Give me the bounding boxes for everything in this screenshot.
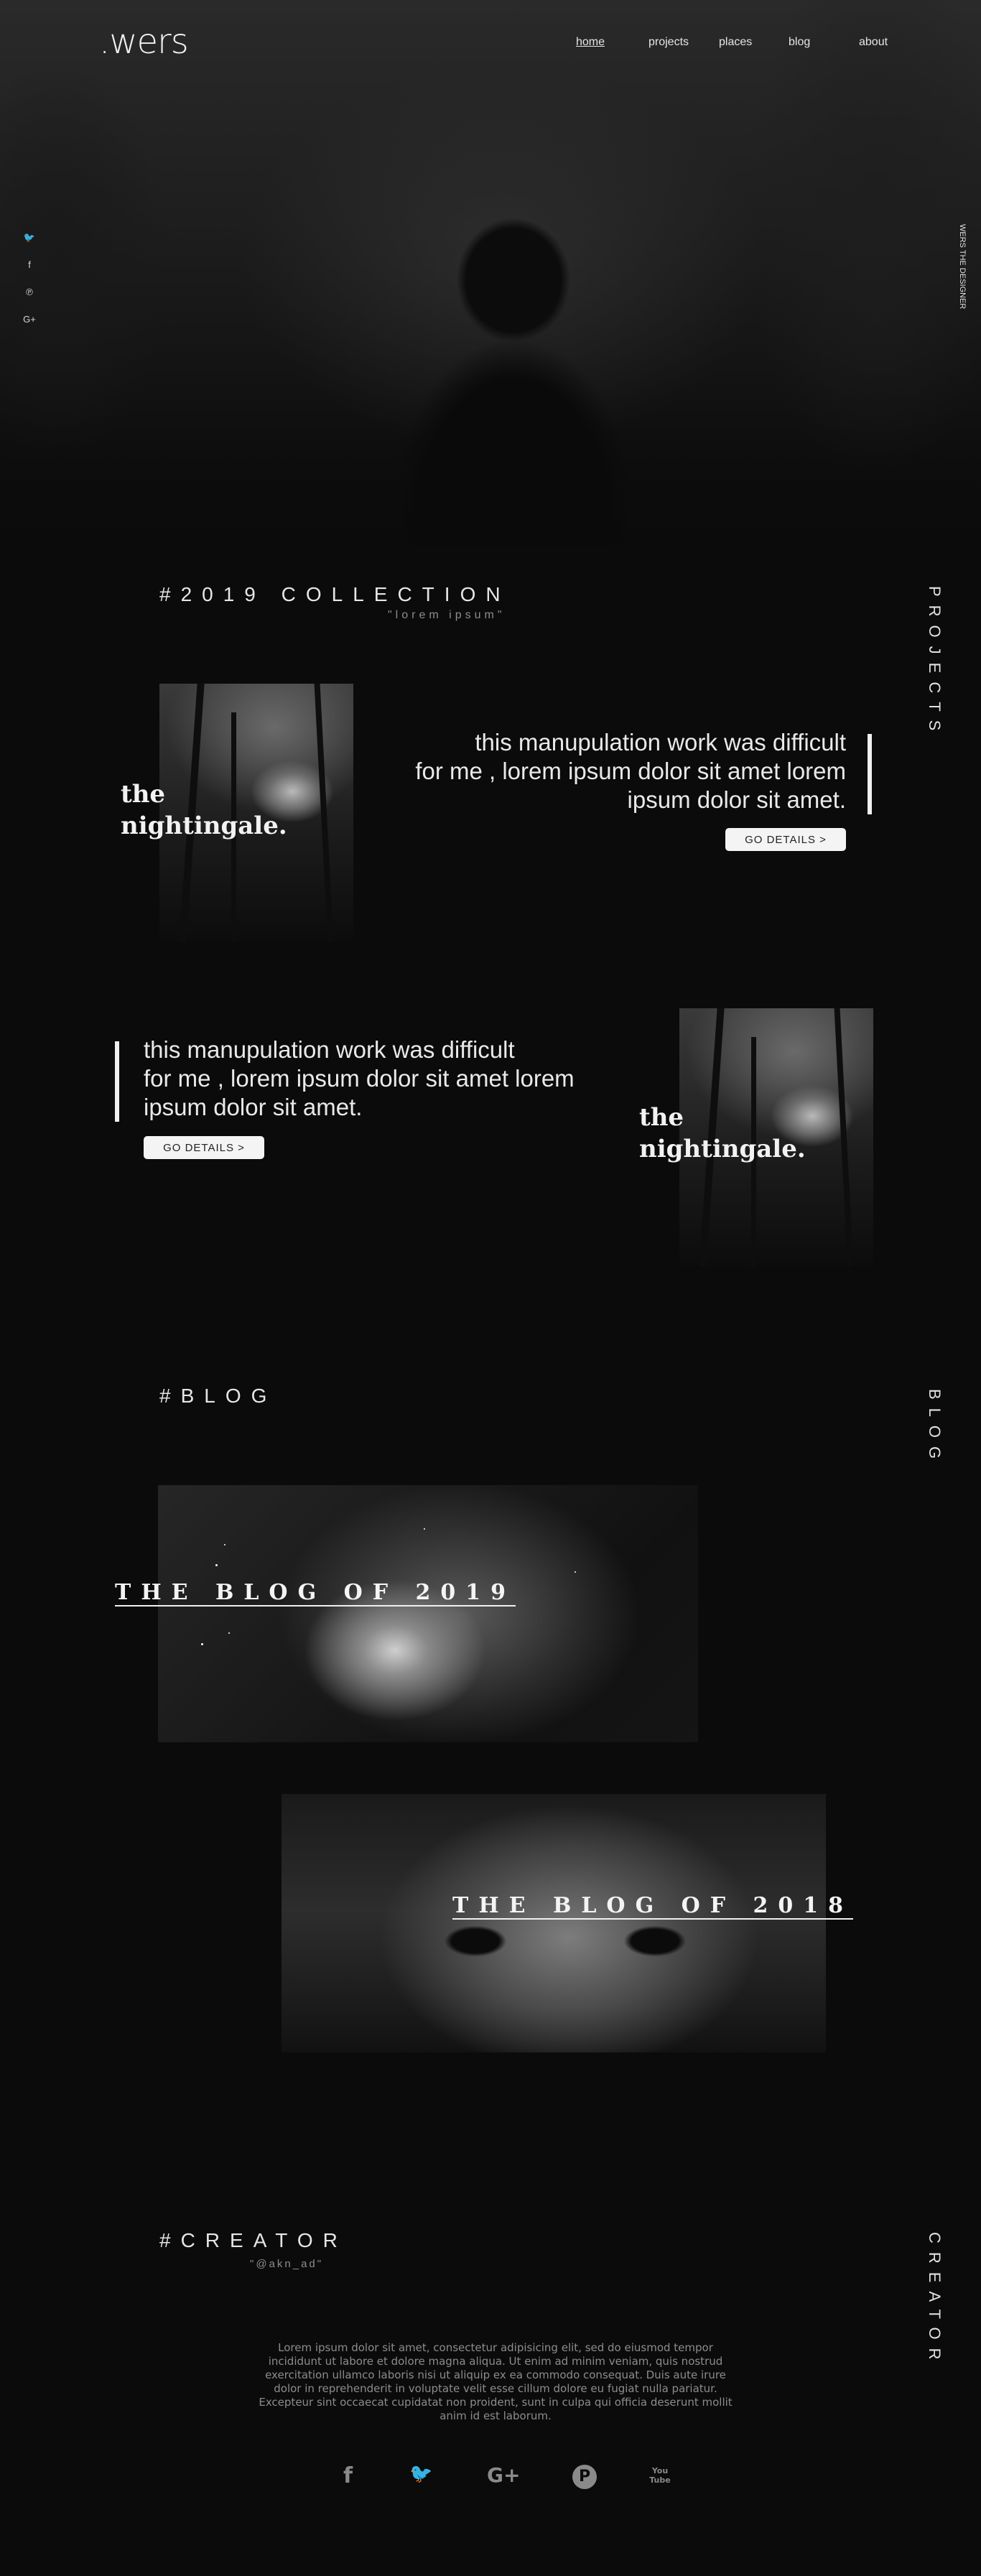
youtube-icon[interactable]: You Tube (648, 2466, 672, 2485)
creator-side-tag: CREATOR (926, 2232, 944, 2368)
hero-background (0, 0, 981, 546)
project-title: the nightingale. (121, 780, 287, 840)
google-plus-icon[interactable]: G+ (22, 312, 37, 327)
projects-heading: #2019 COLLECTION (159, 583, 511, 605)
blog-heading: #BLOG (159, 1385, 277, 1407)
pinterest-icon[interactable]: ℗ (22, 284, 37, 300)
designer-tag: WERS THE DESIGNER (958, 224, 967, 310)
projects-subheading: "lorem ipsum" (388, 609, 506, 621)
twitter-icon[interactable]: 🐦 (409, 2463, 432, 2485)
project-title: the nightingale. (639, 1103, 806, 1163)
twitter-icon[interactable]: 🐦 (22, 230, 37, 246)
project-description: this manupulation work was difficult for… (144, 1036, 575, 1120)
project-description: this manupulation work was difficult for… (415, 729, 846, 813)
creator-heading: #CREATOR (159, 2229, 348, 2251)
creator-bio: Lorem ipsum dolor sit amet, consectetur … (259, 2341, 733, 2422)
nav-projects[interactable]: projects (648, 36, 689, 49)
side-social-bar: 🐦 f ℗ G+ (22, 230, 37, 339)
nav-about[interactable]: about (859, 36, 888, 49)
facebook-icon[interactable]: f (343, 2463, 353, 2488)
go-details-button[interactable]: GO DETAILS > (725, 828, 846, 851)
nav-blog[interactable]: blog (789, 36, 810, 49)
blog-post-title[interactable]: THE BLOG OF 2018 (452, 1893, 853, 1920)
projects-side-tag: PROJECTS (926, 586, 944, 740)
google-plus-icon[interactable]: G+ (487, 2463, 520, 2487)
accent-bar (115, 1041, 119, 1122)
pinterest-icon[interactable]: P (572, 2465, 597, 2489)
blog-image-face[interactable] (282, 1794, 826, 2052)
hero-figure (345, 215, 682, 546)
blog-side-tag: BLOG (926, 1389, 944, 1468)
nav-home[interactable]: home (576, 36, 605, 49)
nav-places[interactable]: places (719, 36, 752, 49)
blog-image-galaxy[interactable] (158, 1485, 698, 1742)
go-details-button[interactable]: GO DETAILS > (144, 1136, 264, 1159)
facebook-icon[interactable]: f (22, 257, 37, 273)
creator-handle: "@akn_ad" (250, 2258, 324, 2270)
blog-post-title[interactable]: THE BLOG OF 2019 (115, 1580, 516, 1606)
accent-bar (868, 734, 872, 814)
site-logo[interactable]: .wers (99, 22, 189, 62)
